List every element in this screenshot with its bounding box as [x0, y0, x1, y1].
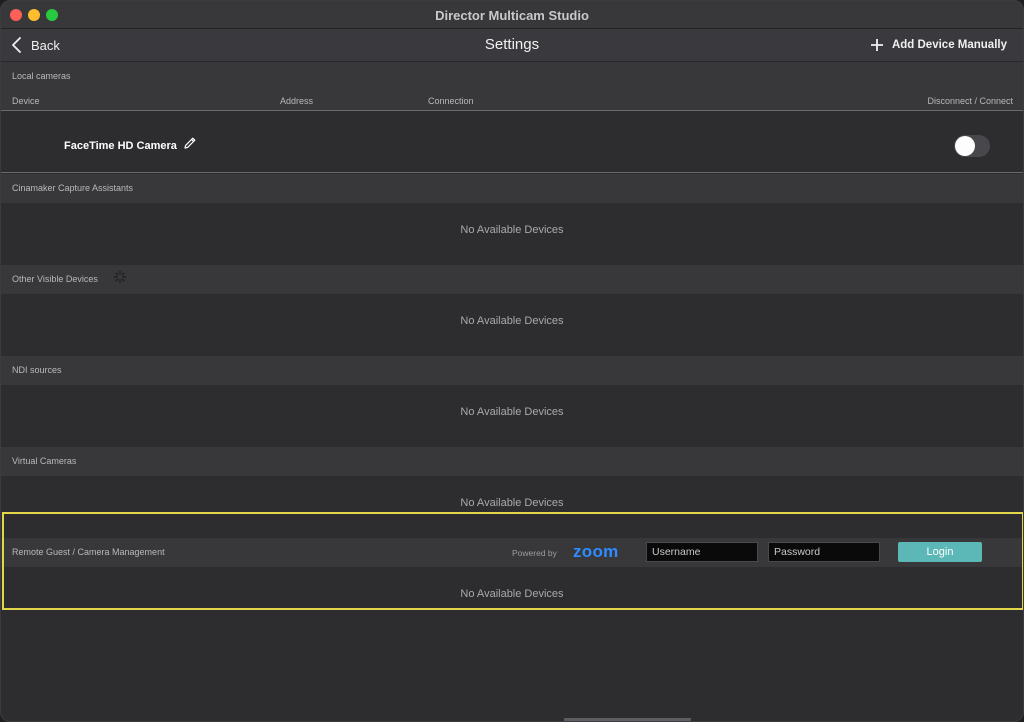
resize-handle[interactable]	[564, 718, 691, 721]
add-device-label: Add Device Manually	[891, 39, 1007, 51]
section-header-other-visible: Other Visible Devices	[1, 265, 1023, 294]
section-title: Cinamaker Capture Assistants	[12, 183, 134, 193]
column-connection: Connection	[428, 96, 474, 106]
section-title: Remote Guest / Camera Management	[12, 547, 165, 557]
device-table-header: Device Address Connection Disconnect / C…	[1, 91, 1023, 111]
login-button[interactable]: Login	[898, 542, 982, 562]
toggle-knob	[955, 136, 975, 156]
section-title: NDI sources	[12, 365, 62, 375]
title-bar: Director Multicam Studio	[1, 1, 1023, 29]
empty-state-text: No Available Devices	[460, 315, 564, 327]
empty-state-text: No Available Devices	[460, 406, 564, 418]
connect-toggle[interactable]	[954, 135, 990, 157]
table-row: FaceTime HD Camera	[1, 112, 1023, 173]
section-body-other-visible: No Available Devices	[1, 294, 1023, 356]
column-device: Device	[12, 96, 40, 106]
column-disconnect-connect: Disconnect / Connect	[927, 96, 1013, 106]
empty-state-text: No Available Devices	[460, 224, 564, 236]
empty-state-text: No Available Devices	[460, 497, 564, 509]
spinner-icon	[113, 270, 127, 284]
empty-state-text: No Available Devices	[460, 588, 564, 600]
section-header-capture-assistants: Cinamaker Capture Assistants	[1, 174, 1023, 203]
section-title: Local cameras	[12, 71, 71, 81]
column-address: Address	[280, 96, 314, 106]
section-body-remote-guest: No Available Devices	[1, 567, 1023, 610]
section-header-virtual-cameras: Virtual Cameras	[1, 447, 1023, 476]
password-input[interactable]	[768, 542, 880, 562]
toolbar: Back Settings Add Device Manually	[1, 29, 1023, 62]
app-window: Director Multicam Studio Back Settings A…	[0, 0, 1024, 722]
camera-name: FaceTime HD Camera	[64, 140, 177, 152]
section-body-virtual-cameras: No Available Devices	[1, 476, 1023, 538]
section-header-local-cameras: Local cameras	[1, 62, 1023, 91]
section-title: Virtual Cameras	[12, 456, 77, 466]
section-title: Other Visible Devices	[12, 274, 98, 284]
username-input[interactable]	[646, 542, 758, 562]
section-body-ndi: No Available Devices	[1, 385, 1023, 447]
pencil-icon[interactable]	[183, 136, 197, 150]
add-device-manually-button[interactable]: Add Device Manually	[870, 36, 1007, 54]
window-title: Director Multicam Studio	[435, 8, 589, 23]
zoom-logo: zoom	[573, 542, 619, 561]
section-body-capture-assistants: No Available Devices	[1, 203, 1023, 265]
plus-icon	[870, 39, 883, 51]
section-header-ndi: NDI sources	[1, 356, 1023, 385]
powered-by-label: Powered by	[512, 548, 557, 558]
